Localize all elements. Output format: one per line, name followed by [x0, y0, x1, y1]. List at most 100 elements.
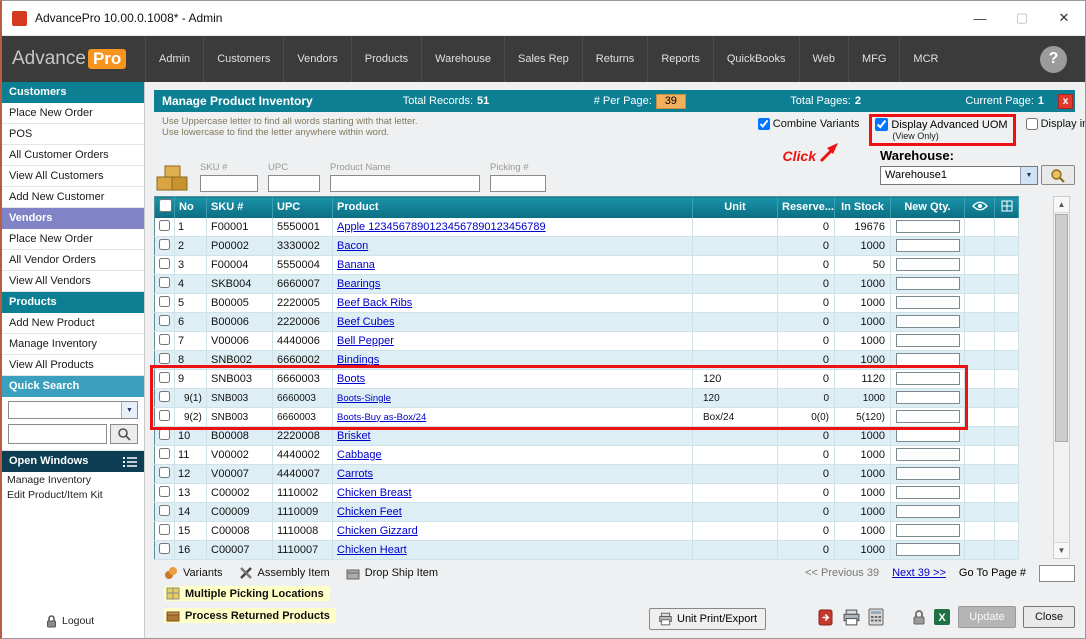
- print-button[interactable]: [842, 609, 861, 626]
- nav-item-mfg[interactable]: MFG: [848, 36, 899, 82]
- product-link[interactable]: Bacon: [337, 240, 368, 252]
- row-checkbox[interactable]: [159, 391, 170, 402]
- open-window-edit-product-item-kit[interactable]: Edit Product/Item Kit: [2, 487, 144, 502]
- new-qty-input[interactable]: [896, 467, 960, 480]
- new-qty-input[interactable]: [896, 391, 960, 404]
- row-checkbox[interactable]: [159, 220, 170, 231]
- row-checkbox[interactable]: [159, 486, 170, 497]
- new-qty-input[interactable]: [896, 239, 960, 252]
- header-sku[interactable]: SKU #: [207, 197, 273, 218]
- close-window-button[interactable]: ✕: [1043, 1, 1085, 35]
- new-qty-input[interactable]: [896, 486, 960, 499]
- product-link[interactable]: Apple 12345678901234567890123456789: [337, 221, 546, 233]
- open-window-manage-inventory[interactable]: Manage Inventory: [2, 472, 144, 487]
- nav-item-customers[interactable]: Customers: [203, 36, 283, 82]
- nav-item-web[interactable]: Web: [799, 36, 848, 82]
- nav-item-reports[interactable]: Reports: [647, 36, 713, 82]
- nav-item-sales-rep[interactable]: Sales Rep: [504, 36, 582, 82]
- new-qty-input[interactable]: [896, 220, 960, 233]
- header-new-qty[interactable]: New Qty.: [891, 197, 965, 218]
- display-inactive-checkbox[interactable]: [1026, 118, 1038, 130]
- nav-item-products[interactable]: Products: [351, 36, 421, 82]
- sidebar-item-add-new-customer[interactable]: Add New Customer: [2, 187, 144, 208]
- sidebar-item-all-customer-orders[interactable]: All Customer Orders: [2, 145, 144, 166]
- product-link[interactable]: Cabbage: [337, 449, 382, 461]
- next-page-link[interactable]: Next 39 >>: [892, 567, 946, 579]
- sku-search-input[interactable]: [200, 175, 258, 192]
- maximize-button[interactable]: ▢: [1001, 1, 1043, 35]
- product-link[interactable]: Beef Cubes: [337, 316, 394, 328]
- new-qty-input[interactable]: [896, 410, 960, 423]
- row-checkbox[interactable]: [159, 448, 170, 459]
- scrollbar-thumb[interactable]: [1055, 214, 1068, 442]
- new-qty-input[interactable]: [896, 353, 960, 366]
- sidebar-item-place-new-order-customer[interactable]: Place New Order: [2, 103, 144, 124]
- header-upc[interactable]: UPC: [273, 197, 333, 218]
- header-product[interactable]: Product: [333, 197, 693, 218]
- sidebar-item-view-all-vendors[interactable]: View All Vendors: [2, 271, 144, 292]
- quick-search-select[interactable]: ▼: [8, 401, 138, 419]
- display-advanced-uom-checkbox[interactable]: [875, 118, 888, 131]
- display-inactive-option[interactable]: Display inactive: [1026, 118, 1085, 130]
- quick-search-button[interactable]: [110, 424, 138, 444]
- row-checkbox[interactable]: [159, 258, 170, 269]
- product-link[interactable]: Chicken Feet: [337, 506, 402, 518]
- nav-item-warehouse[interactable]: Warehouse: [421, 36, 504, 82]
- sidebar-item-add-new-product[interactable]: Add New Product: [2, 313, 144, 334]
- unit-print-export-button[interactable]: Unit Print/Export: [649, 608, 766, 630]
- lock-button[interactable]: [912, 609, 926, 626]
- display-advanced-uom-option[interactable]: Display Advanced UOM: [875, 118, 1007, 131]
- new-qty-input[interactable]: [896, 524, 960, 537]
- close-button[interactable]: Close: [1023, 606, 1075, 628]
- product-link[interactable]: Boots-Single: [337, 393, 391, 404]
- warehouse-search-button[interactable]: [1041, 165, 1075, 185]
- row-checkbox[interactable]: [159, 315, 170, 326]
- minimize-button[interactable]: —: [959, 1, 1001, 35]
- new-qty-input[interactable]: [896, 315, 960, 328]
- new-qty-input[interactable]: [896, 258, 960, 271]
- row-checkbox[interactable]: [159, 467, 170, 478]
- product-link[interactable]: Boots-Buy as-Box/24: [337, 412, 426, 423]
- new-qty-input[interactable]: [896, 429, 960, 442]
- sidebar-item-view-all-products[interactable]: View All Products: [2, 355, 144, 376]
- header-reserve[interactable]: Reserve...: [778, 197, 835, 218]
- product-link[interactable]: Bearings: [337, 278, 380, 290]
- help-icon[interactable]: ?: [1040, 46, 1067, 73]
- header-no[interactable]: No: [175, 197, 207, 218]
- nav-item-vendors[interactable]: Vendors: [283, 36, 350, 82]
- sidebar-item-all-vendor-orders[interactable]: All Vendor Orders: [2, 250, 144, 271]
- new-qty-input[interactable]: [896, 334, 960, 347]
- previous-page-link[interactable]: << Previous 39: [805, 567, 879, 579]
- combine-variants-checkbox[interactable]: [758, 118, 770, 130]
- product-link[interactable]: Boots: [337, 373, 365, 385]
- row-checkbox[interactable]: [159, 410, 170, 421]
- row-checkbox[interactable]: [159, 334, 170, 345]
- warehouse-select[interactable]: Warehouse1 ▼: [880, 166, 1038, 185]
- header-in-stock[interactable]: In Stock: [835, 197, 891, 218]
- close-page-button[interactable]: x: [1058, 94, 1073, 109]
- row-checkbox[interactable]: [159, 505, 170, 516]
- combine-variants-option[interactable]: Combine Variants: [758, 118, 860, 130]
- sidebar-item-manage-inventory[interactable]: Manage Inventory: [2, 334, 144, 355]
- row-checkbox[interactable]: [159, 353, 170, 364]
- product-link[interactable]: Banana: [337, 259, 375, 271]
- nav-item-mcr[interactable]: MCR: [899, 36, 951, 82]
- row-checkbox[interactable]: [159, 296, 170, 307]
- product-link[interactable]: Chicken Heart: [337, 544, 407, 556]
- sidebar-item-pos[interactable]: POS: [2, 124, 144, 145]
- per-page-input[interactable]: [656, 94, 686, 109]
- quick-search-input[interactable]: [8, 424, 107, 444]
- new-qty-input[interactable]: [896, 543, 960, 556]
- new-qty-input[interactable]: [896, 277, 960, 290]
- picking-search-input[interactable]: [490, 175, 546, 192]
- nav-item-admin[interactable]: Admin: [145, 36, 203, 82]
- excel-export-button[interactable]: X: [933, 608, 951, 626]
- go-to-page-input[interactable]: [1039, 565, 1075, 582]
- product-name-search-input[interactable]: [330, 175, 480, 192]
- product-link[interactable]: Beef Back Ribs: [337, 297, 412, 309]
- sidebar-item-view-all-customers[interactable]: View All Customers: [2, 166, 144, 187]
- upc-search-input[interactable]: [268, 175, 320, 192]
- logout-button[interactable]: Logout: [2, 606, 144, 638]
- row-checkbox[interactable]: [159, 372, 170, 383]
- product-link[interactable]: Chicken Gizzard: [337, 525, 418, 537]
